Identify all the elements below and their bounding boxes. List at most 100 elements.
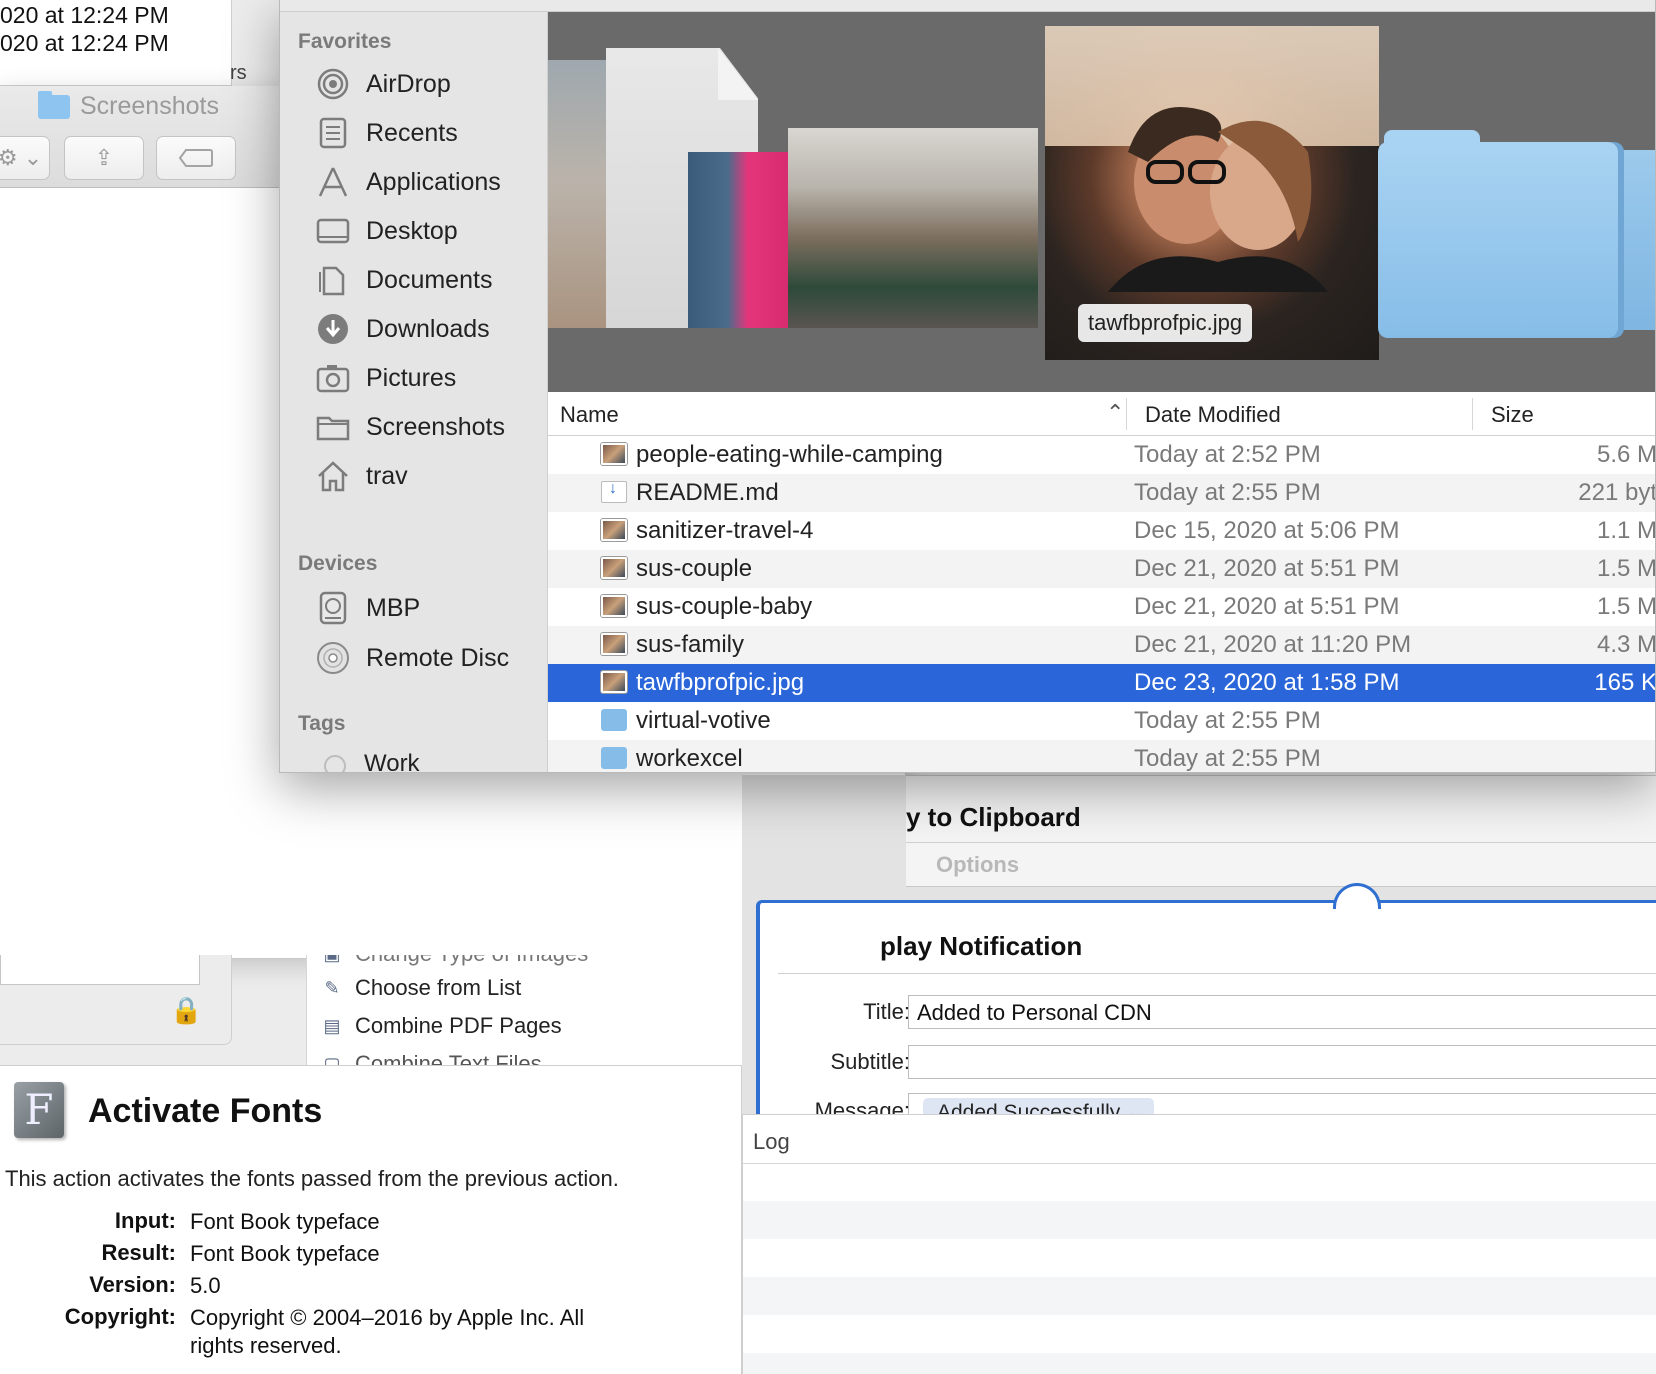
sidebar-item-mbp[interactable]: MBP xyxy=(314,588,420,628)
action-title: y to Clipboard xyxy=(906,802,1081,832)
action-label: Combine PDF Pages xyxy=(355,1013,562,1038)
share-button[interactable]: ⇪ xyxy=(64,136,144,180)
sidebar-item-screenshots[interactable]: Screenshots xyxy=(314,407,505,447)
action-menu-button[interactable]: ⚙ ⌄ xyxy=(0,136,50,180)
file-name: people-eating-while-camping xyxy=(636,441,943,468)
image-icon: ▣ xyxy=(319,955,345,965)
tag-button[interactable] xyxy=(156,136,236,180)
file-row[interactable]: sus-family Dec 21, 2020 at 11:20 PM 4.3 M xyxy=(548,626,1656,664)
finder-window-title: Screenshots xyxy=(38,90,219,121)
file-row[interactable]: sus-couple Dec 21, 2020 at 5:51 PM 1.5 M xyxy=(548,550,1656,588)
subtitle-field[interactable] xyxy=(908,1045,1656,1079)
file-row[interactable]: people-eating-while-camping Today at 2:52… xyxy=(548,436,1655,474)
variable-token[interactable]: Added Successfully ⌄ xyxy=(923,1098,1154,1115)
action-item[interactable]: ▣ Change Type of Images xyxy=(319,955,588,967)
column-divider[interactable] xyxy=(1126,398,1127,430)
sidebar-item-documents[interactable]: Documents xyxy=(314,260,492,300)
sidebar-item-label: trav xyxy=(366,461,408,490)
version-key: Version: xyxy=(89,1272,176,1297)
sidebar-item-pictures[interactable]: Pictures xyxy=(314,358,456,398)
file-row[interactable]: sus-couple-baby Dec 21, 2020 at 5:51 PM 1.… xyxy=(548,588,1655,626)
sidebar-item-work[interactable]: Work xyxy=(364,750,420,772)
home-icon xyxy=(314,459,352,493)
file-size: 165 K xyxy=(1594,669,1656,696)
log-row xyxy=(743,1277,1656,1315)
library-pane: 🔒 xyxy=(0,955,232,1045)
log-pane: Log xyxy=(742,1114,1656,1374)
file-size: 221 byt xyxy=(1578,479,1656,506)
message-field[interactable]: Added Successfully ⌄ xyxy=(908,1093,1656,1115)
actions-list: ▣ Change Type of Images ✎ Choose from List… xyxy=(306,955,742,1065)
sidebar-item-recents[interactable]: Recents xyxy=(314,113,458,153)
desktop-icon xyxy=(314,214,352,248)
column-header-fragment: rs xyxy=(230,62,247,84)
sidebar-item-applications[interactable]: Applications xyxy=(314,162,501,202)
share-icon: ⇪ xyxy=(94,145,114,170)
file-row[interactable]: workexcel Today at 2:55 PM xyxy=(548,740,1655,772)
column-header-date-modified[interactable]: Date Modified xyxy=(1145,402,1281,428)
image-file-icon xyxy=(601,557,627,579)
description-row: Copyright: Copyright © 2004–2016 by Apple… xyxy=(0,1304,630,1360)
title-field[interactable]: Added to Personal CDN xyxy=(908,995,1656,1029)
action-label: Choose from List xyxy=(355,975,522,1000)
action-label: Combine Text Files xyxy=(355,1051,542,1065)
file-row[interactable]: README.md Today at 2:55 PM 221 byt xyxy=(548,474,1656,512)
sidebar-item-label: Desktop xyxy=(366,216,458,245)
lock-icon: 🔒 xyxy=(170,995,203,1025)
file-size: 1.5 M xyxy=(1596,555,1656,582)
sidebar-item-trav[interactable]: trav xyxy=(314,456,408,496)
action-label: Change Type of Images xyxy=(355,955,588,967)
file-row-selected[interactable]: tawfbprofpic.jpg Dec 23, 2020 at 1:58 PM 1… xyxy=(548,664,1656,702)
workflow-action-copy-to-clipboard: y to Clipboard Options xyxy=(906,775,1656,887)
tag-color-dot xyxy=(324,755,346,772)
divider xyxy=(743,1163,1656,1164)
action-item[interactable]: ✎ Choose from List xyxy=(319,975,521,1001)
file-name: tawfbprofpic.jpg xyxy=(636,669,805,696)
column-header-size[interactable]: Size xyxy=(1491,402,1534,428)
sidebar-item-airdrop[interactable]: AirDrop xyxy=(314,64,451,104)
column-divider[interactable] xyxy=(1472,398,1473,430)
file-date: Today at 2:55 PM xyxy=(1134,745,1321,772)
file-name: sus-couple xyxy=(636,555,753,582)
sidebar-item-label: Screenshots xyxy=(366,412,505,441)
file-list-header: Name ⌃ Date Modified Size xyxy=(548,392,1655,436)
file-date: Today at 2:55 PM xyxy=(1134,707,1321,734)
font-book-icon: F xyxy=(14,1082,64,1138)
sidebar-item-downloads[interactable]: Downloads xyxy=(314,309,490,349)
file-date: Dec 21, 2020 at 11:20 PM xyxy=(1134,631,1412,658)
folder-thumbnail[interactable] xyxy=(1378,142,1618,338)
sidebar-item-remote-disc[interactable]: Remote Disc xyxy=(314,638,509,678)
options-toggle[interactable]: Options xyxy=(936,852,1019,878)
portrait-photo xyxy=(1108,107,1328,292)
image-file-icon xyxy=(601,519,627,541)
message-label: Message: xyxy=(814,1098,910,1115)
sidebar-item-desktop[interactable]: Desktop xyxy=(314,211,458,251)
input-key: Input: xyxy=(114,1208,176,1233)
folder-icon xyxy=(38,90,70,119)
disc-icon xyxy=(314,641,352,675)
file-date: Dec 21, 2020 at 5:51 PM xyxy=(1134,555,1400,582)
log-row xyxy=(743,1201,1656,1239)
log-header[interactable]: Log xyxy=(753,1129,790,1155)
file-name: sus-couple-baby xyxy=(636,593,813,620)
pdf-icon: ▤ xyxy=(323,1015,341,1036)
downloads-icon xyxy=(314,312,352,346)
file-name: README.md xyxy=(636,479,779,506)
sort-ascending-icon[interactable]: ⌃ xyxy=(1106,400,1124,426)
preview-thumbnail[interactable] xyxy=(788,128,1038,328)
file-row[interactable]: sanitizer-travel-4 Dec 15, 2020 at 5:06 P… xyxy=(548,512,1655,550)
action-item[interactable]: ▢ Combine Text Files xyxy=(319,1051,542,1065)
library-list[interactable] xyxy=(0,955,200,985)
sidebar-item-label: Downloads xyxy=(366,314,490,343)
cover-flow-preview[interactable]: tawfbprofpic.jpg xyxy=(548,12,1655,392)
action-item[interactable]: ▤ Combine PDF Pages xyxy=(319,1013,562,1039)
preview-thumbnail[interactable] xyxy=(688,152,788,328)
workflow-action-display-notification: play Notification Title: Added to Person… xyxy=(756,900,1656,1115)
column-header-name[interactable]: Name xyxy=(560,402,619,428)
subtitle-label: Subtitle: xyxy=(830,1049,911,1074)
file-size: 4.3 M xyxy=(1596,631,1656,658)
file-row[interactable]: virtual-votive Today at 2:55 PM xyxy=(548,702,1655,740)
divider xyxy=(778,973,1656,974)
recents-icon xyxy=(314,116,352,150)
markdown-file-icon xyxy=(601,480,627,503)
